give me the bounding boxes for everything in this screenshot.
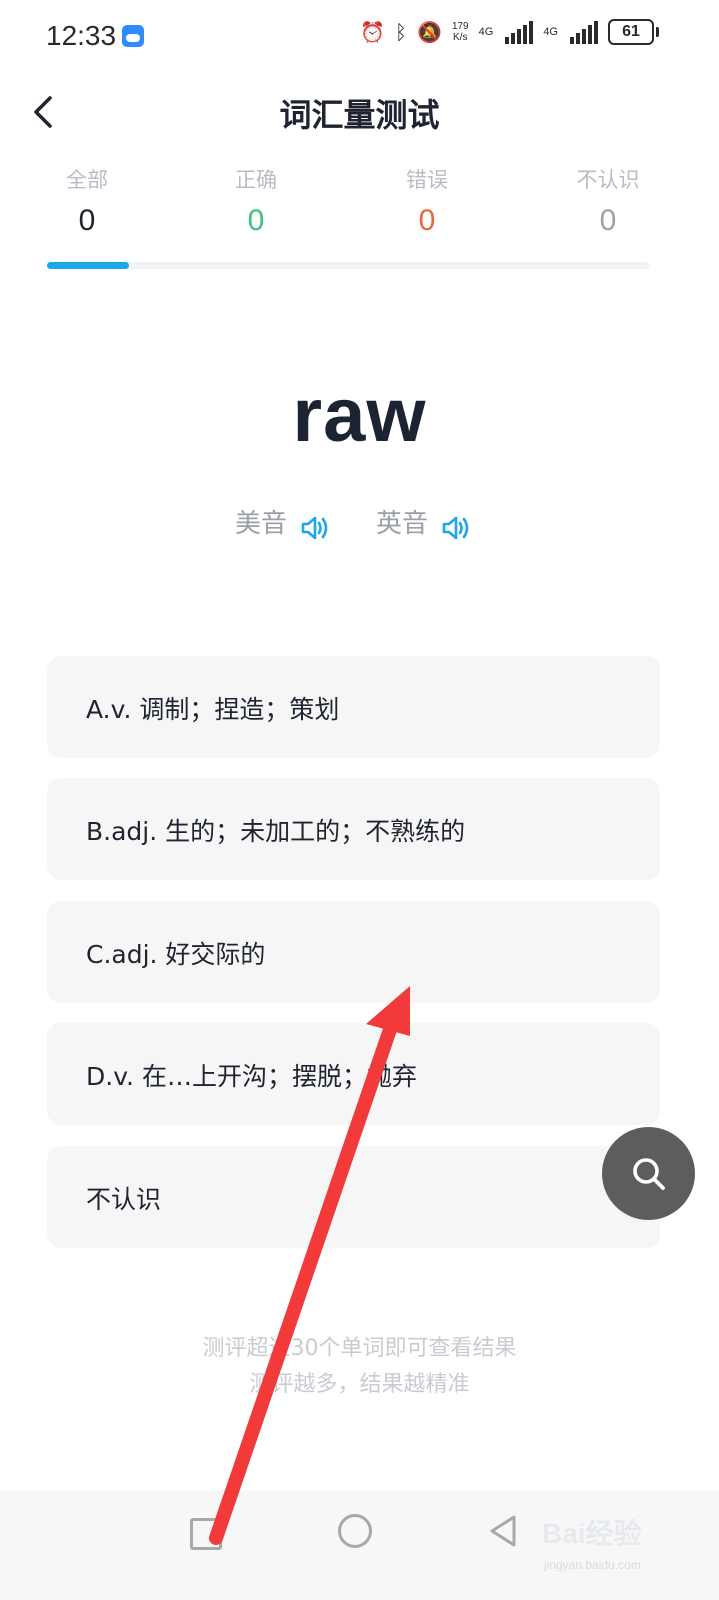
progress-fill: [47, 262, 130, 269]
progress-track: [47, 262, 649, 269]
tab-wrong[interactable]: 错误 0: [357, 164, 497, 238]
signal-icon: [570, 20, 598, 44]
baidu-watermark: Bai经验 jingyan.baidu.com: [538, 1490, 708, 1590]
search-float-button[interactable]: [602, 1127, 695, 1220]
pron-us-label: 美音: [235, 509, 288, 539]
tab-label: 全部: [66, 168, 108, 192]
nav-back-button[interactable]: [488, 1514, 518, 1548]
tab-label: 错误: [406, 168, 448, 192]
option-text: D.v. 在…上开沟；摆脱；抛弃: [86, 1062, 417, 1091]
option-a[interactable]: A.v. 调制；捏造；策划: [47, 656, 660, 758]
speaker-icon: [301, 516, 328, 539]
status-bar: 12:33 ⏰ ᛒ 🔕 179 K/s 4G 4G 61: [0, 0, 719, 72]
test-word: raw: [292, 373, 427, 458]
bluetooth-icon: ᛒ: [395, 20, 408, 44]
signal-icon: [505, 20, 534, 44]
search-icon: [632, 1157, 665, 1190]
option-text: C.adj. 好交际的: [86, 940, 266, 969]
recent-apps-button[interactable]: [190, 1518, 222, 1550]
home-button[interactable]: [338, 1514, 372, 1548]
pron-uk-label: 英音: [376, 509, 429, 539]
option-unknown[interactable]: 不认识: [47, 1146, 660, 1248]
network-type-1: 4G: [478, 26, 494, 38]
weather-icon: [122, 25, 144, 47]
watermark-url: jingyan.baidu.com: [544, 1558, 641, 1572]
battery-tip: [656, 27, 659, 37]
hint-line-2: 测评越多，结果越精准: [249, 1372, 470, 1397]
net-speed-value: 179: [451, 21, 469, 32]
status-icons: ⏰ ᛒ 🔕 179 K/s 4G 4G 61: [360, 18, 659, 46]
option-d[interactable]: D.v. 在…上开沟；摆脱；抛弃: [47, 1023, 660, 1125]
option-c[interactable]: C.adj. 好交际的: [47, 901, 660, 1003]
tab-count: 0: [418, 204, 436, 237]
status-time: 12:33: [46, 20, 117, 51]
watermark-brand: Bai经验: [542, 1518, 642, 1549]
tab-label: 不认识: [576, 168, 640, 192]
option-text: A.v. 调制；捏造；策划: [86, 695, 340, 724]
tab-correct[interactable]: 正确 0: [186, 164, 326, 238]
tab-all[interactable]: 全部 0: [17, 164, 157, 238]
bell-off-icon: 🔕: [417, 20, 442, 44]
tab-label: 正确: [235, 168, 277, 192]
speaker-icon: [442, 516, 469, 539]
option-text: B.adj. 生的；未加工的；不熟练的: [86, 817, 466, 846]
alarm-icon: ⏰: [360, 20, 386, 44]
pron-us-button[interactable]: 美音: [235, 503, 330, 543]
net-speed-unit: K/s: [453, 32, 468, 43]
tab-count: 0: [78, 204, 96, 237]
net-speed: 179 K/s: [452, 21, 469, 43]
page-title: 词汇量测试: [279, 96, 440, 134]
battery-icon: 61: [608, 19, 654, 45]
tab-count: 0: [599, 204, 617, 237]
hint-line-1: 测评超过30个单词即可查看结果: [202, 1336, 517, 1361]
option-b[interactable]: B.adj. 生的；未加工的；不熟练的: [47, 778, 660, 880]
tab-unknown[interactable]: 不认识 0: [538, 164, 678, 238]
option-text: 不认识: [86, 1185, 162, 1214]
pron-uk-button[interactable]: 英音: [376, 503, 471, 543]
tab-count: 0: [247, 204, 265, 237]
network-type-2: 4G: [543, 26, 558, 38]
